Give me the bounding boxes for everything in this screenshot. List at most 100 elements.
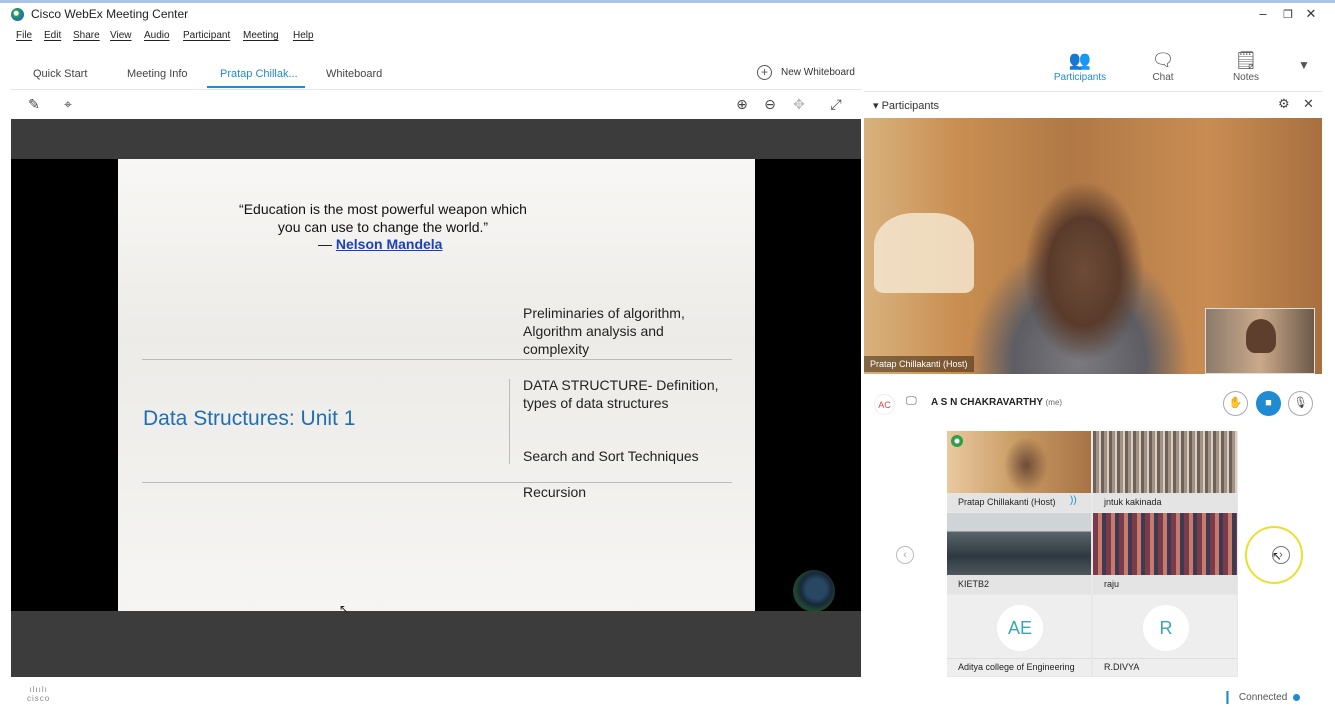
close-panel-icon[interactable]: ✕ xyxy=(1303,96,1314,112)
slide-divider-vertical xyxy=(509,379,510,464)
tab-meeting-info[interactable]: Meeting Info xyxy=(127,68,188,80)
webex-app-icon xyxy=(11,8,24,21)
participant-tile[interactable]: jntuk kakinada xyxy=(1093,431,1237,512)
my-participant-row: AC 🖵 A S N CHAKRAVARTHY (me) ✋ ■ 🎙 xyxy=(864,386,1322,420)
menu-participant[interactable]: Participant xyxy=(183,30,230,41)
participant-tile[interactable]: R R.DIVYA xyxy=(1093,595,1237,676)
background-lamp xyxy=(874,213,974,293)
menu-help[interactable]: Help xyxy=(293,30,314,41)
pen-icon[interactable]: ✎ xyxy=(24,96,44,113)
participants-panel-title[interactable]: ▾ Participants xyxy=(873,99,939,112)
self-view-video[interactable] xyxy=(1205,308,1315,374)
gear-icon[interactable]: ⚙ xyxy=(1278,96,1290,112)
panel-tab-notes[interactable]: 🗒 Notes xyxy=(1211,48,1281,83)
host-badge-icon xyxy=(951,435,963,447)
video-button[interactable]: ■ xyxy=(1256,391,1281,416)
quote-line-1: “Education is the most powerful weapon w… xyxy=(239,201,527,217)
menu-file[interactable]: File xyxy=(16,30,32,41)
menu-edit[interactable]: Edit xyxy=(44,30,61,41)
participant-video xyxy=(1093,513,1237,575)
new-whiteboard-label: New Whiteboard xyxy=(781,67,855,78)
participant-tile[interactable]: AE Aditya college of Engineering xyxy=(947,595,1091,676)
document-tabs: Quick Start Meeting Info Pratap Chillak.… xyxy=(0,62,862,88)
slide-title: Data Structures: Unit 1 xyxy=(143,407,356,430)
topic-1: Preliminaries of algorithm, Algorithm an… xyxy=(523,305,685,357)
menu-meeting[interactable]: Meeting xyxy=(243,30,279,41)
participants-panel-title-text: Participants xyxy=(881,100,940,112)
move-icon[interactable]: ✥ xyxy=(789,96,809,113)
fullscreen-icon[interactable]: ⤢ xyxy=(826,96,846,113)
panel-tab-chat[interactable]: 🗨 Chat xyxy=(1128,48,1198,83)
menu-bar: File Edit Share View Audio Participant M… xyxy=(0,28,860,46)
speaking-icon: )) xyxy=(1070,495,1077,506)
active-tab-indicator xyxy=(207,86,305,88)
raise-hand-button[interactable]: ✋ xyxy=(1223,391,1248,416)
menu-view[interactable]: View xyxy=(110,30,132,41)
restore-button[interactable]: ❐ xyxy=(1280,8,1296,21)
microphone-icon: ❙ xyxy=(1222,689,1233,704)
participant-avatar: AE xyxy=(997,605,1043,651)
quote-dash: — xyxy=(318,236,336,252)
presentation-slide: “Education is the most powerful weapon w… xyxy=(118,159,755,611)
annotation-toolbar: ✎ ⌖ ⊕ ⊖ ✥ ⤢ xyxy=(11,89,861,119)
title-bar: Cisco WebEx Meeting Center – ❐ ✕ xyxy=(0,0,1335,28)
mouse-cursor-icon: ↖ xyxy=(339,602,350,616)
chat-icon: 🗨 xyxy=(1151,50,1175,70)
me-tag: (me) xyxy=(1045,398,1063,407)
participant-name: Aditya college of Engineering xyxy=(947,658,1091,676)
participant-grid: Pratap Chillakanti (Host))) jntuk kakina… xyxy=(947,431,1238,677)
status-bar: ılıılı cisco ❙ Connected xyxy=(0,680,1335,707)
panel-tabs-dropdown-icon[interactable]: ▼ xyxy=(1298,58,1310,72)
menu-audio[interactable]: Audio xyxy=(144,30,170,41)
my-name: A S N CHAKRAVARTHY (me) xyxy=(931,397,1062,408)
close-button[interactable]: ✕ xyxy=(1303,6,1319,22)
participant-tile[interactable]: KIETB2 xyxy=(947,513,1091,594)
quote-author-link[interactable]: Nelson Mandela xyxy=(336,236,443,252)
participant-name: jntuk kakinada xyxy=(1093,493,1237,512)
participant-avatar: R xyxy=(1143,605,1189,651)
participants-icon: 👥 xyxy=(1068,50,1092,70)
topic-3: Search and Sort Techniques xyxy=(523,448,699,464)
my-avatar: AC xyxy=(874,394,895,415)
cisco-logo: ılıılı cisco xyxy=(27,685,51,703)
tab-quick-start[interactable]: Quick Start xyxy=(33,68,87,80)
panel-tabs: 👥 Participants 🗨 Chat 🗒 Notes ▼ xyxy=(1030,46,1335,90)
previous-page-icon[interactable]: ‹ xyxy=(896,546,914,564)
panel-tab-participants-label: Participants xyxy=(1053,72,1107,83)
menu-share[interactable]: Share xyxy=(73,30,100,41)
participant-name-text: Pratap Chillakanti (Host) xyxy=(958,497,1056,507)
new-whiteboard-button[interactable]: + New Whiteboard xyxy=(757,65,855,80)
mouse-pointer-icon: ↖ xyxy=(1272,549,1283,563)
host-video[interactable]: Pratap Chillakanti (Host) xyxy=(864,118,1322,374)
window-title: Cisco WebEx Meeting Center xyxy=(31,7,189,21)
zoom-out-icon[interactable]: ⊖ xyxy=(760,96,780,113)
quote-attribution: — Nelson Mandela xyxy=(318,236,442,252)
participant-tile[interactable]: Pratap Chillakanti (Host))) xyxy=(947,431,1091,512)
minimize-button[interactable]: – xyxy=(1255,6,1271,21)
zoom-in-icon[interactable]: ⊕ xyxy=(732,96,752,113)
panel-tab-notes-label: Notes xyxy=(1232,72,1260,83)
panel-tab-participants[interactable]: 👥 Participants xyxy=(1045,48,1115,83)
tab-whiteboard[interactable]: Whiteboard xyxy=(326,68,382,80)
host-video-label: Pratap Chillakanti (Host) xyxy=(864,356,974,372)
participant-tile[interactable]: raju xyxy=(1093,513,1237,594)
webex-ball-icon[interactable] xyxy=(793,570,835,612)
connection-status-label: Connected xyxy=(1238,691,1288,703)
screen-share-icon: 🖵 xyxy=(906,395,917,407)
participant-video xyxy=(947,513,1091,575)
my-name-text: A S N CHAKRAVARTHY xyxy=(931,397,1043,408)
participant-name: KIETB2 xyxy=(947,575,1091,594)
cisco-logo-text: cisco xyxy=(27,694,51,703)
notes-icon: 🗒 xyxy=(1234,50,1258,70)
laser-pointer-icon[interactable]: ⌖ xyxy=(58,96,78,113)
connection-dot-icon xyxy=(1293,693,1301,701)
participants-panel-header: ▾ Participants ⚙ ✕ xyxy=(864,91,1322,116)
tab-pratap-chillakanti[interactable]: Pratap Chillak... xyxy=(220,68,298,80)
mute-button[interactable]: 🎙 xyxy=(1288,391,1313,416)
participant-name: raju xyxy=(1093,575,1237,594)
participant-name: Pratap Chillakanti (Host))) xyxy=(947,493,1091,512)
topic-4: Recursion xyxy=(523,484,587,500)
participant-video xyxy=(947,431,1091,493)
quote-line-2: you can use to change the world.” xyxy=(277,219,489,235)
shared-content-area[interactable]: “Education is the most powerful weapon w… xyxy=(11,119,861,677)
